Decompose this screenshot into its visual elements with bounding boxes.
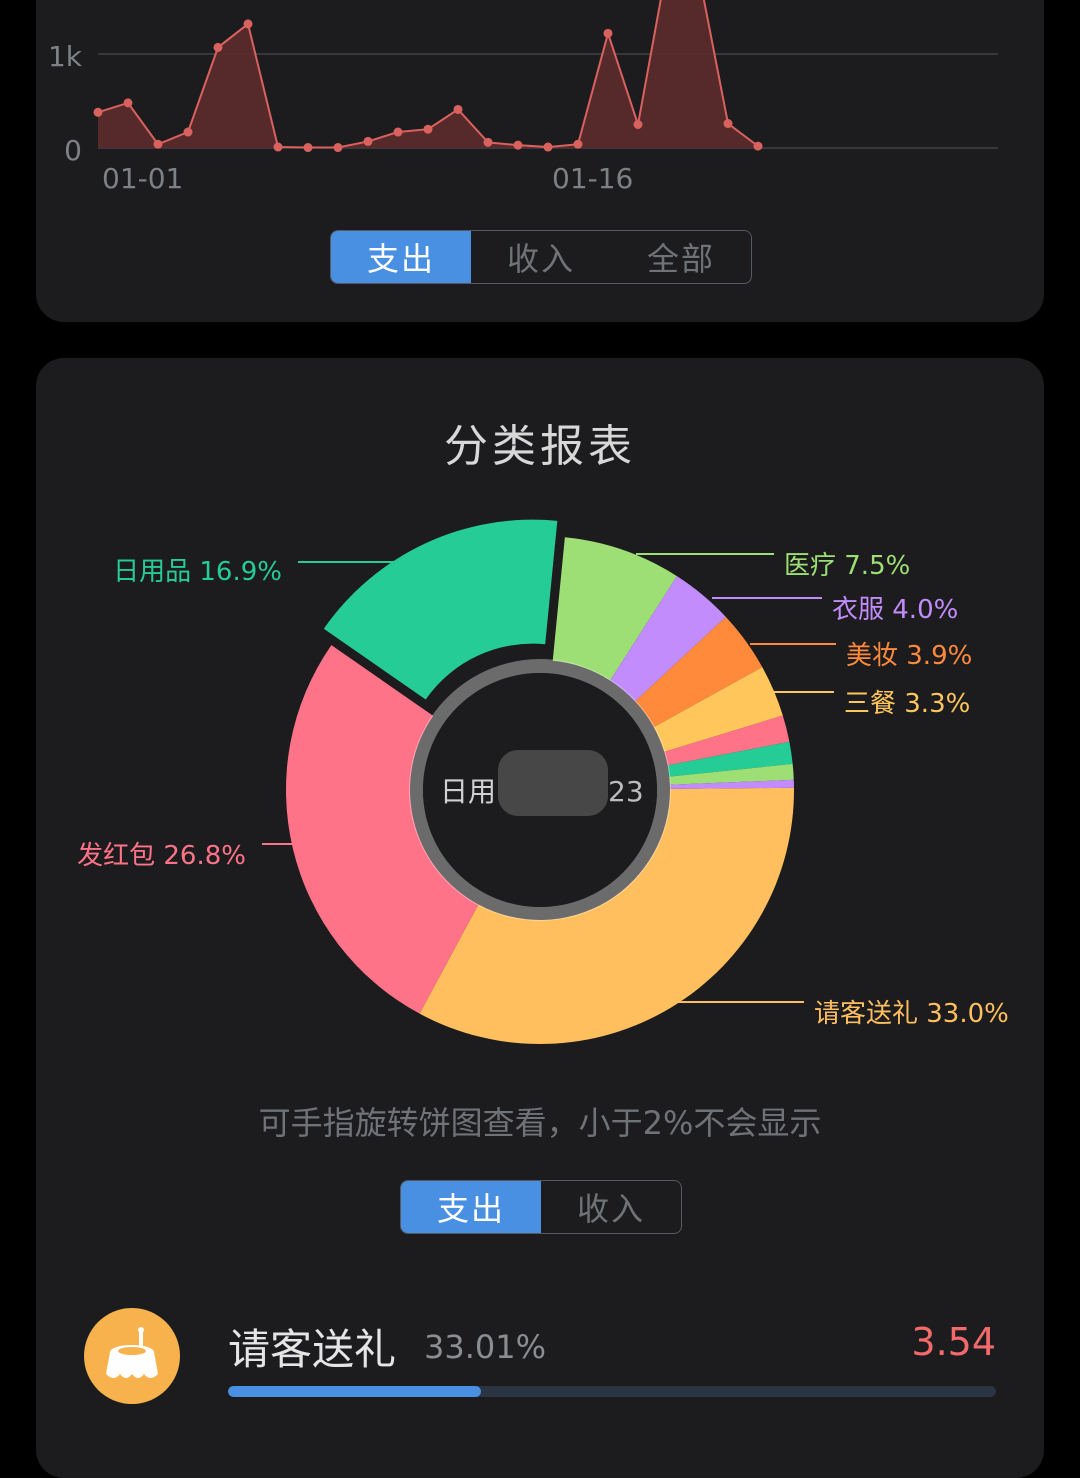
category-donut-chart[interactable]: 日用 23 请客送礼 33.0% 发红包 26.8% 日用品 16.9% 医疗 7.5% 衣… (36, 358, 1044, 1078)
trend-point[interactable] (393, 127, 403, 137)
pie-slice-label: 发红包 26.8% (77, 841, 246, 871)
trend-point[interactable] (753, 141, 763, 151)
pie-slice-label: 三餐 3.3% (844, 689, 970, 719)
tab-expense[interactable]: 支出 (331, 231, 471, 283)
trend-point[interactable] (573, 139, 583, 149)
gift-table-icon (84, 1308, 180, 1404)
tab-all[interactable]: 全部 (611, 231, 751, 283)
trend-point[interactable] (123, 98, 133, 108)
category-amount: 3.54 (911, 1320, 996, 1364)
donut-center-value: 23 (608, 775, 644, 808)
trend-point[interactable] (183, 127, 193, 137)
trend-point[interactable] (453, 104, 463, 114)
trend-point[interactable] (93, 107, 103, 117)
category-report-card: 分类报表 日用 23 请客送礼 33.0% 发红包 26.8% 日用品 16.9% 医疗 … (36, 358, 1044, 1478)
category-type-toggle: 支出 收入 (400, 1180, 682, 1234)
trend-point[interactable] (213, 42, 223, 52)
category-name: 请客送礼 (228, 1325, 397, 1374)
tab-income[interactable]: 收入 (471, 231, 611, 283)
trend-point[interactable] (633, 120, 643, 129)
trend-point[interactable] (333, 143, 343, 153)
trend-card: 0 1k 01-01 01-16 支出 收入 全部 (36, 0, 1044, 322)
donut-center-label: 日用 (440, 775, 496, 808)
pie-slice-label: 美妆 3.9% (846, 641, 972, 671)
pie-slice-label: 衣服 4.0% (832, 595, 958, 625)
pie-slice-label: 医疗 7.5% (784, 551, 910, 581)
trend-point[interactable] (543, 142, 553, 152)
y-tick-label: 0 (64, 134, 82, 167)
trend-point[interactable] (303, 143, 313, 153)
trend-point[interactable] (723, 119, 733, 129)
trend-point[interactable] (363, 136, 373, 146)
category-progress-fill (228, 1386, 482, 1397)
trend-point[interactable] (603, 28, 613, 38)
pie-slice-label: 请客送礼 33.0% (814, 999, 1009, 1029)
trend-type-toggle: 支出 收入 全部 (330, 230, 752, 284)
rotate-hint: 可手指旋转饼图查看，小于2%不会显示 (258, 1104, 822, 1142)
trend-point[interactable] (423, 124, 433, 134)
trend-point[interactable] (513, 140, 523, 150)
category-percent: 33.01% (424, 1328, 547, 1366)
x-tick-label: 01-01 (102, 162, 183, 195)
pie-slice-label: 日用品 16.9% (113, 557, 282, 587)
category-progress-bar (228, 1386, 996, 1397)
trend-point[interactable] (243, 19, 253, 29)
trend-point[interactable] (153, 139, 163, 149)
tab-expense[interactable]: 支出 (401, 1181, 541, 1233)
trend-chart: 0 1k 01-01 01-16 (48, 0, 998, 195)
trend-point[interactable] (273, 142, 283, 152)
y-tick-label: 1k (48, 40, 83, 73)
category-list-item[interactable]: 请客送礼 33.01% 3.54 (36, 1298, 1044, 1408)
redacted-value (498, 750, 608, 816)
trend-point[interactable] (483, 137, 493, 147)
tab-income[interactable]: 收入 (541, 1181, 681, 1233)
x-tick-label: 01-16 (552, 162, 633, 195)
